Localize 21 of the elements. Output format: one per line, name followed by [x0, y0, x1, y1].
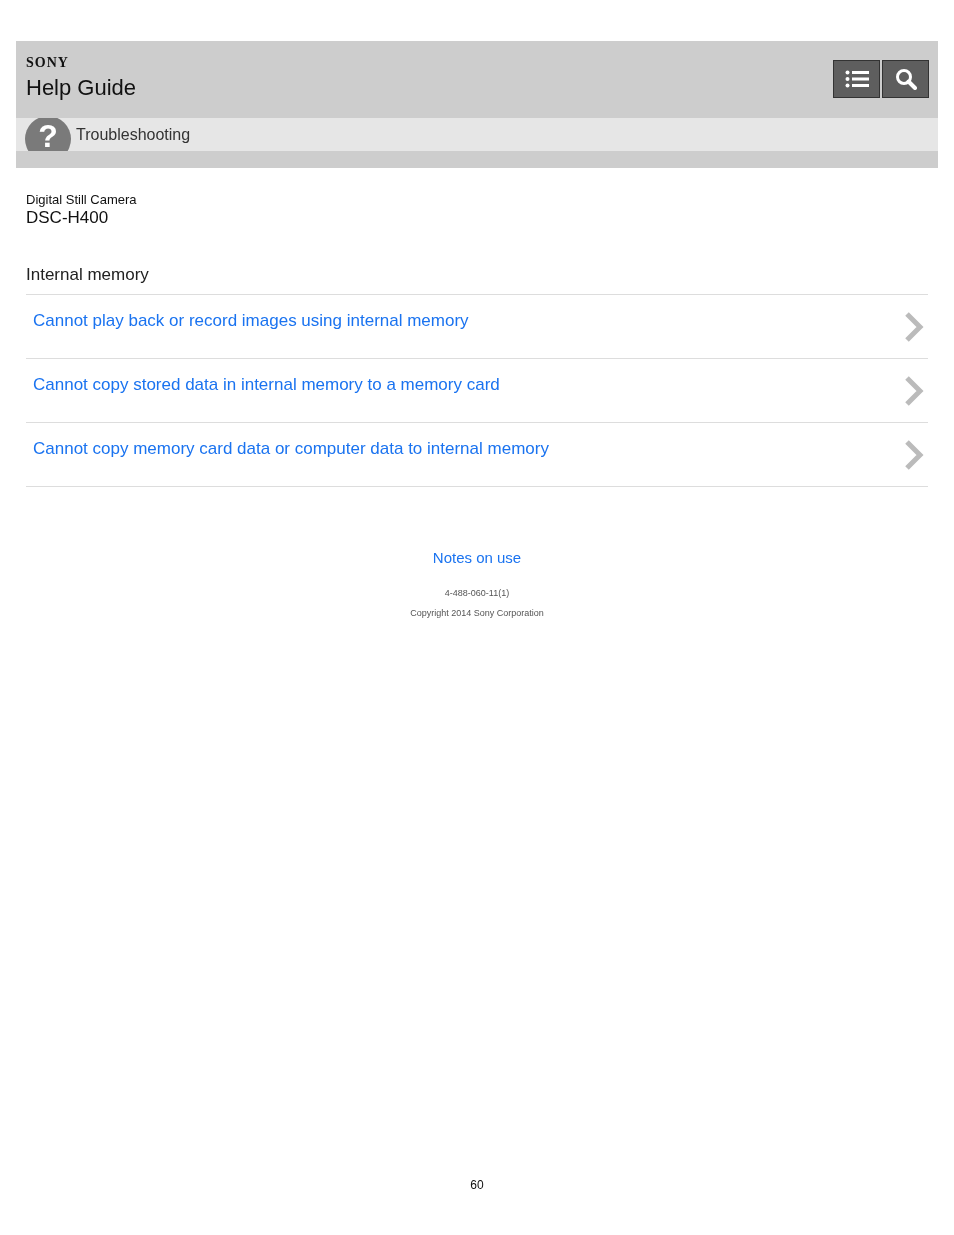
- help-icon: ?: [25, 118, 71, 151]
- topic-link[interactable]: Cannot copy memory card data or computer data to internal memory: [33, 439, 549, 459]
- chevron-icon: [904, 375, 924, 407]
- brand-logo: SONY: [26, 55, 70, 71]
- page-title: Help Guide: [26, 75, 137, 101]
- chevron-icon: [904, 311, 924, 343]
- product-model: DSC-H400: [26, 208, 110, 228]
- topic-link[interactable]: Cannot play back or record images using internal memory: [33, 311, 469, 331]
- section-title: Internal memory: [26, 265, 928, 295]
- chevron-icon: [904, 439, 924, 471]
- topic-link[interactable]: Cannot copy stored data in internal memory to a memory card: [33, 375, 500, 395]
- search-icon: [894, 68, 917, 90]
- notes-link[interactable]: Notes on use: [432, 549, 522, 566]
- copyright-text: Copyright 2014 Sony Corporation: [410, 608, 544, 618]
- breadcrumb-label[interactable]: Troubleshooting: [76, 125, 191, 144]
- page-number: 60: [469, 1178, 485, 1192]
- product-category: Digital Still Camera: [26, 192, 138, 207]
- search-button[interactable]: [882, 60, 929, 98]
- menu-icon: [844, 70, 869, 88]
- document-code: 4-488-060-11(1): [444, 588, 510, 598]
- menu-button[interactable]: [833, 60, 880, 98]
